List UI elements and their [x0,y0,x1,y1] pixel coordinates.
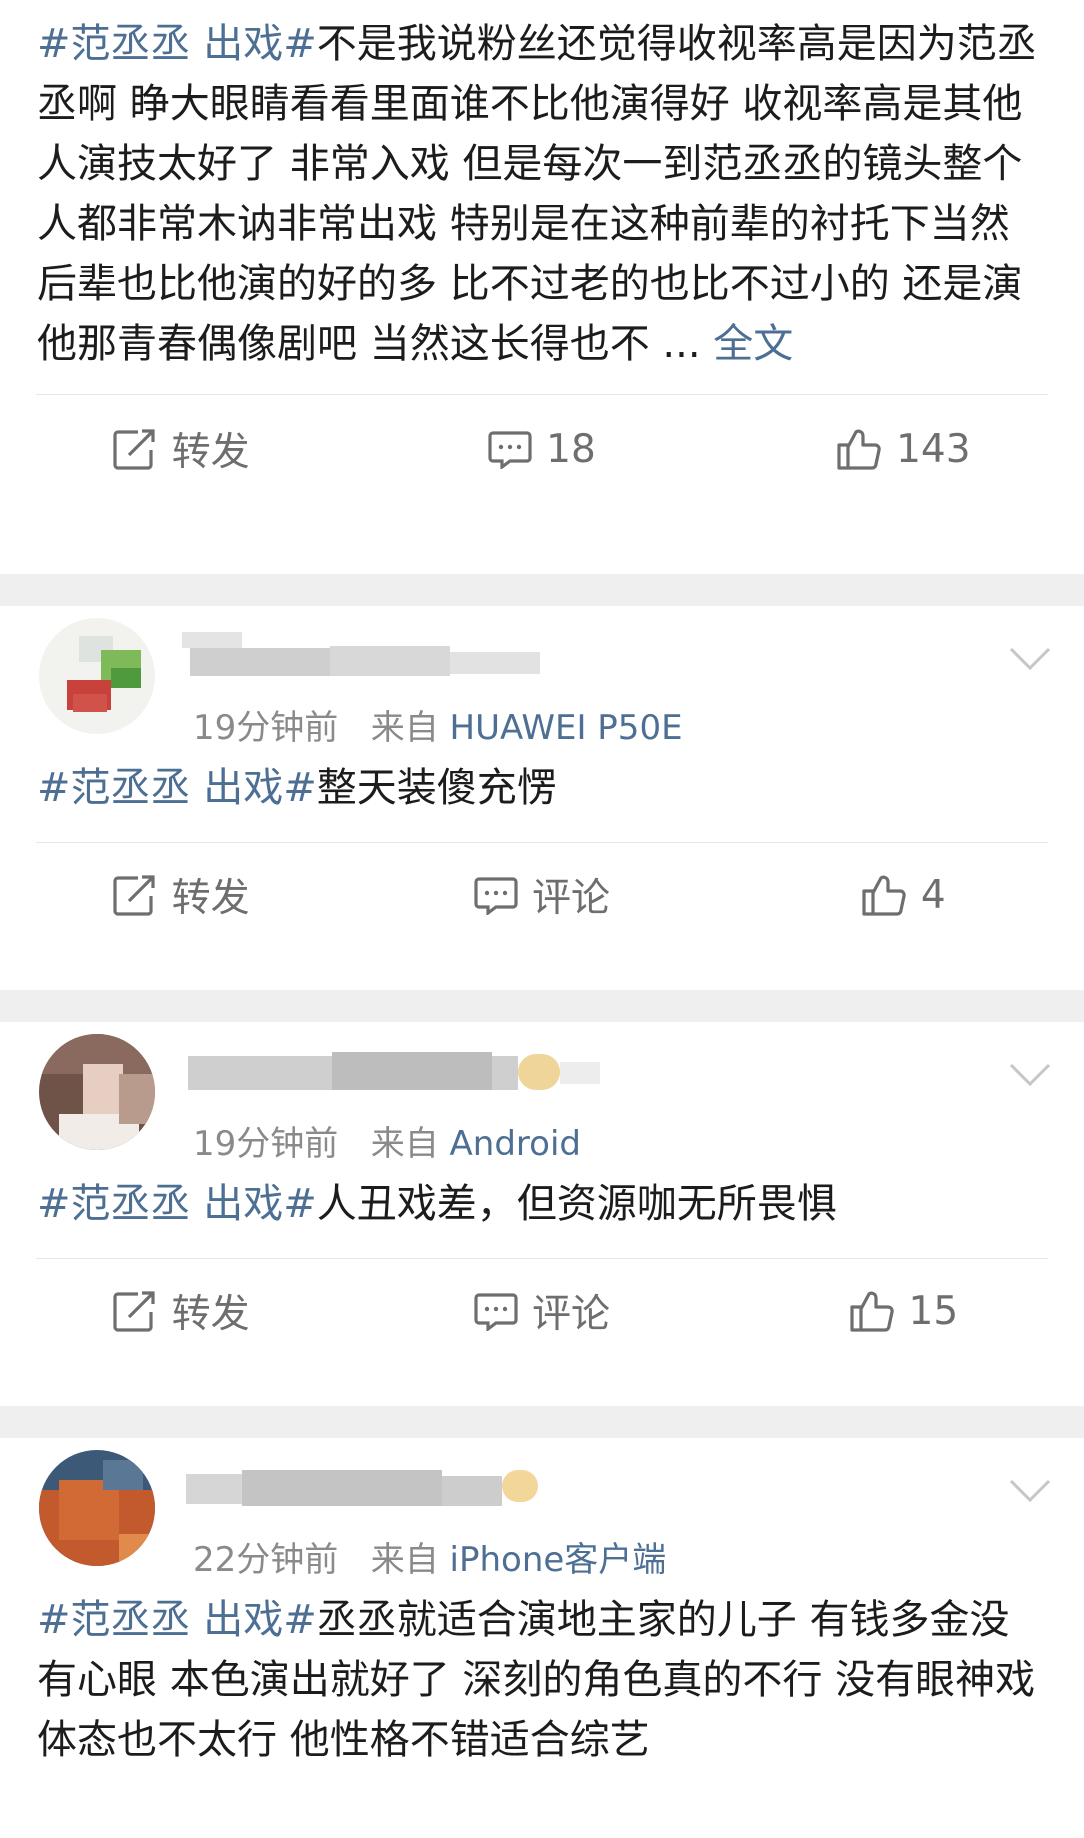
comment-icon [474,875,518,915]
like-count: 15 [908,1288,959,1334]
post-body: 整天装傻充愣 [316,765,557,811]
device-link[interactable]: HUAWEI P50E [450,708,683,748]
repost-icon [112,1290,158,1332]
post-body: 不是我说粉丝还觉得收视率高是因为范丞丞啊 睁大眼睛看看里面谁不比他演得好 收视率… [37,21,1037,367]
source-label: 来自 [370,708,439,748]
topic-tag[interactable]: #范丞丞 出戏# [37,21,317,67]
post-card: 19分钟前 来自 HUAWEI P50E #范丞丞 出戏#整天装傻充愣 转发 评… [0,606,1084,990]
post-text: #范丞丞 出戏#不是我说粉丝还觉得收视率高是因为范丞丞啊 睁大眼睛看看里面谁不比… [0,0,1084,394]
post-card: 19分钟前 来自 Android #范丞丞 出戏#人丑戏差，但资源咖无所畏惧 转… [0,1022,1084,1406]
repost-label: 转发 [171,1292,250,1337]
post-header: 19分钟前 来自 Android [0,1022,1084,1164]
action-bar: 转发 评论 4 [0,843,1084,947]
post-card: 22分钟前 来自 iPhone客户端 #范丞丞 出戏#丞丞就适合演地主家的儿子 … [0,1438,1084,1838]
repost-button[interactable]: 转发 [0,1283,361,1339]
like-icon [849,1289,895,1333]
like-button[interactable]: 143 [723,427,1084,472]
comment-button[interactable]: 评论 [361,1283,722,1339]
topic-tag[interactable]: #范丞丞 出戏# [37,765,317,811]
post-time: 19分钟前 [193,708,339,748]
repost-icon [112,428,158,470]
post-text: #范丞丞 出戏#丞丞就适合演地主家的儿子 有钱多金没有心眼 本色演出就好了 深刻… [0,1566,1084,1770]
source-label: 来自 [370,1540,439,1580]
comment-label: 评论 [531,1292,610,1337]
chevron-down-icon[interactable] [1008,646,1052,676]
source-label: 来自 [370,1124,439,1164]
card-separator [0,1406,1084,1438]
post-meta: 22分钟前 来自 iPhone客户端 [193,1532,666,1581]
chevron-down-icon[interactable] [1008,1478,1052,1508]
avatar[interactable] [39,1034,155,1150]
post-text: #范丞丞 出戏#整天装傻充愣 [0,734,1084,842]
like-count: 4 [920,872,946,918]
post-body: 人丑戏差，但资源咖无所畏惧 [316,1181,837,1227]
like-button[interactable]: 4 [723,873,1084,918]
like-icon [861,873,907,917]
action-bar: 转发 评论 15 [0,1259,1084,1363]
repost-button[interactable]: 转发 [0,867,361,923]
like-button[interactable]: 15 [723,1289,1084,1334]
action-bar: 转发 18 143 [0,395,1084,503]
card-separator [0,990,1084,1022]
comment-button[interactable]: 评论 [361,867,722,923]
comment-button[interactable]: 18 [361,427,722,472]
topic-tag[interactable]: #范丞丞 出戏# [37,1181,317,1227]
post-header: 19分钟前 来自 HUAWEI P50E [0,606,1084,748]
device-link[interactable]: Android [450,1124,581,1164]
post-meta: 19分钟前 来自 HUAWEI P50E [193,700,683,749]
blurred-username[interactable] [182,628,602,686]
comment-icon [488,429,532,469]
post-time: 22分钟前 [193,1540,339,1580]
topic-tag[interactable]: #范丞丞 出戏# [37,1597,317,1643]
repost-icon [112,874,158,916]
like-icon [836,427,882,471]
post-header: 22分钟前 来自 iPhone客户端 [0,1438,1084,1580]
post-card: #范丞丞 出戏#不是我说粉丝还觉得收视率高是因为范丞丞啊 睁大眼睛看看里面谁不比… [0,0,1084,574]
repost-label: 转发 [171,876,250,921]
blurred-username[interactable] [182,1460,602,1518]
repost-label: 转发 [171,430,250,475]
repost-button[interactable]: 转发 [0,421,361,477]
card-separator [0,574,1084,606]
comment-label: 评论 [531,876,610,921]
comment-icon [474,1291,518,1331]
post-text: #范丞丞 出戏#人丑戏差，但资源咖无所畏惧 [0,1150,1084,1258]
post-meta: 19分钟前 来自 Android [193,1116,581,1165]
like-count: 143 [896,426,971,472]
device-link[interactable]: iPhone客户端 [450,1540,667,1580]
blurred-username[interactable] [182,1044,602,1102]
avatar[interactable] [39,618,155,734]
post-time: 19分钟前 [193,1124,339,1164]
read-more-link[interactable]: 全文 [713,321,793,367]
chevron-down-icon[interactable] [1008,1062,1052,1092]
avatar[interactable] [39,1450,155,1566]
comment-count: 18 [546,426,596,472]
